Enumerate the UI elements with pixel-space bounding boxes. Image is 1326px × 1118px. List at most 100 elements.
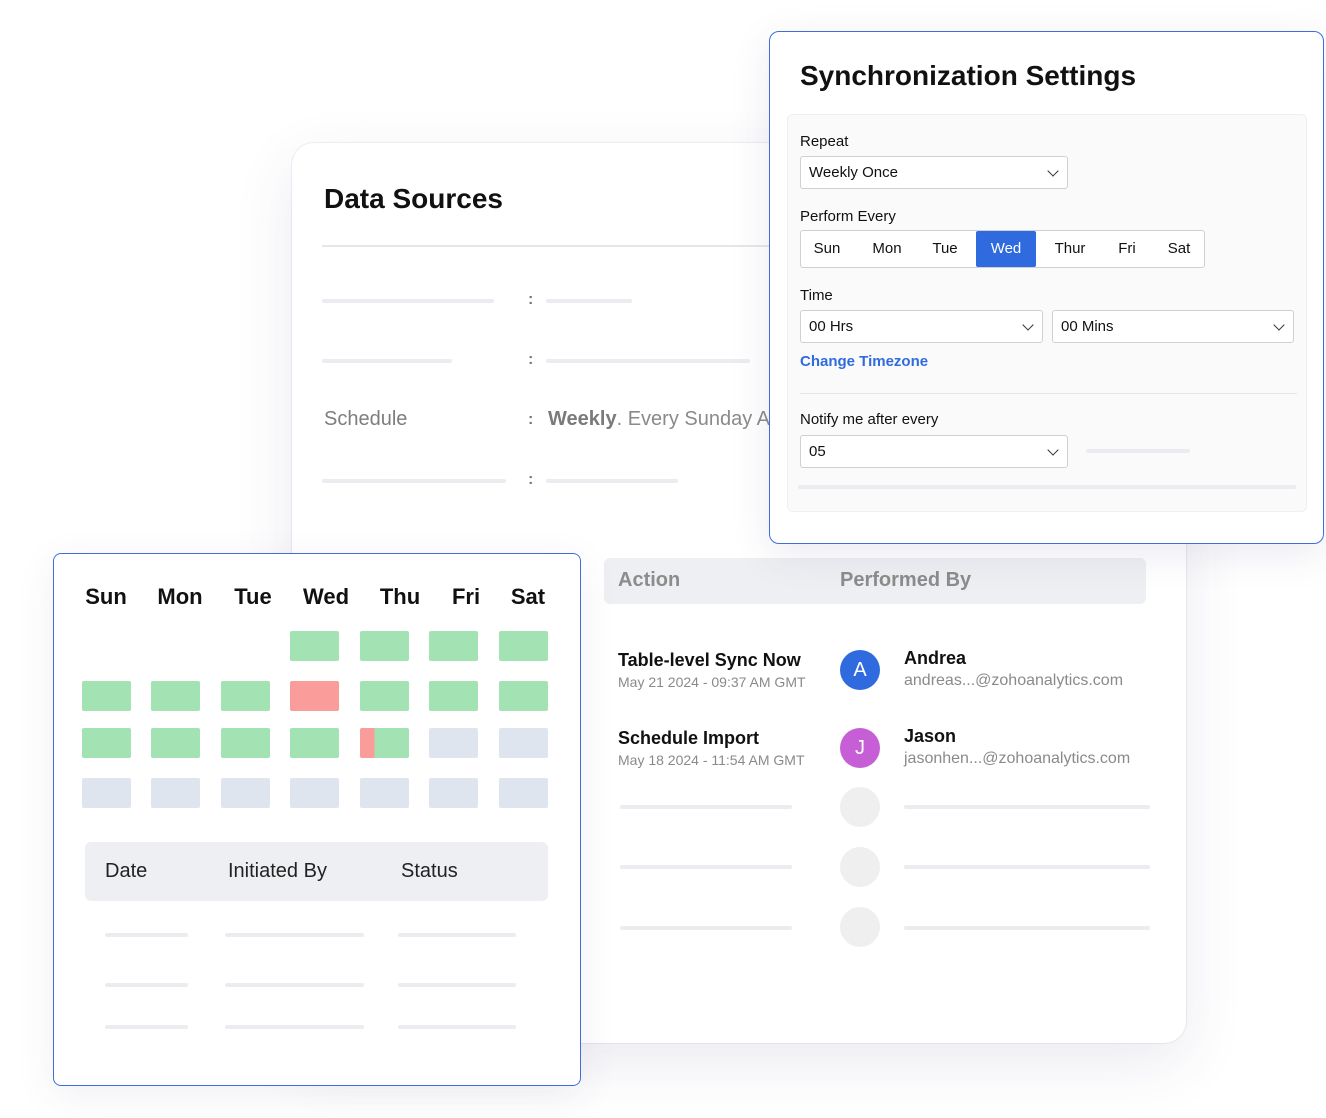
calendar-cell-success[interactable]	[499, 631, 548, 661]
calendar-cell-success[interactable]	[221, 728, 270, 758]
placeholder-user	[904, 805, 1150, 809]
field-colon: :	[528, 411, 534, 428]
minutes-select-value: 00 Mins	[1061, 318, 1114, 335]
calendar-cell-success[interactable]	[82, 728, 131, 758]
placeholder-initiator	[225, 983, 364, 987]
placeholder-date	[105, 933, 188, 937]
calendar-cell-success[interactable]	[360, 631, 409, 661]
calendar-cell-success[interactable]	[290, 631, 339, 661]
day-option-tue[interactable]: Tue	[919, 231, 971, 267]
placeholder-status	[398, 983, 516, 987]
calendar-cell-empty[interactable]	[221, 778, 270, 808]
calendar-cell-empty[interactable]	[429, 728, 478, 758]
placeholder-action	[620, 865, 792, 869]
day-option-sat[interactable]: Sat	[1153, 231, 1205, 267]
schedule-value-bold: Weekly	[548, 408, 617, 430]
sync-settings-card: Synchronization Settings Repeat Weekly O…	[769, 31, 1324, 544]
placeholder-value	[546, 479, 678, 483]
user-email: jasonhen...@zohoanalytics.com	[904, 750, 1131, 767]
calendar-cell-success[interactable]	[429, 681, 478, 711]
schedule-label: Schedule	[324, 408, 408, 430]
calendar-cell-empty[interactable]	[290, 778, 339, 808]
user-name: Jason	[904, 726, 957, 746]
user-name: Andrea	[904, 648, 967, 668]
perform-every-label: Perform Every	[800, 208, 896, 225]
calendar-cell-empty[interactable]	[151, 778, 200, 808]
sync-settings-form: Repeat Weekly Once Perform Every Sun Mon…	[787, 114, 1307, 512]
placeholder-bar	[798, 485, 1296, 489]
activity-action: Table-level Sync Now	[618, 650, 801, 670]
placeholder-value	[546, 299, 632, 303]
day-option-fri[interactable]: Fri	[1103, 231, 1151, 267]
calendar-cell-success[interactable]	[151, 681, 200, 711]
user-email: andreas...@zohoanalytics.com	[904, 672, 1124, 689]
calendar-cell-success[interactable]	[82, 681, 131, 711]
placeholder-status	[398, 933, 516, 937]
date-column-header: Date	[105, 860, 148, 882]
schedule-value-rest: . Every Sunday A	[616, 408, 770, 430]
status-column-header: Status	[401, 860, 458, 882]
placeholder-label	[322, 479, 506, 483]
calendar-cell-failed[interactable]	[290, 681, 339, 711]
activity-date: May 18 2024 - 11:54 AM GMT	[618, 752, 805, 768]
sync-settings-title: Synchronization Settings	[800, 60, 1137, 91]
calendar-day-header: Sun	[85, 584, 127, 609]
sync-calendar-card: Sun Mon Tue Wed Thu Fri Sat Date Initiat…	[53, 553, 581, 1086]
field-colon: :	[528, 471, 534, 488]
field-colon: :	[528, 351, 534, 368]
schedule-value: Weekly. Every Sunday A	[548, 408, 770, 431]
chevron-down-icon	[1022, 319, 1034, 331]
avatar-letter: A	[853, 658, 867, 681]
chevron-down-icon	[1047, 444, 1059, 456]
placeholder-value	[546, 359, 750, 363]
field-colon: :	[528, 291, 534, 308]
calendar-cell-empty[interactable]	[499, 728, 548, 758]
day-option-sun[interactable]: Sun	[801, 231, 853, 267]
data-sources-title: Data Sources	[324, 183, 503, 214]
calendar-day-header: Sat	[510, 584, 546, 609]
repeat-select-value: Weekly Once	[809, 164, 898, 181]
change-timezone-link[interactable]: Change Timezone	[800, 353, 928, 370]
calendar-cell-success[interactable]	[360, 681, 409, 711]
sync-log-header: Date Initiated By Status	[85, 842, 548, 901]
calendar-cell-success[interactable]	[221, 681, 270, 711]
calendar-cell-success[interactable]	[429, 631, 478, 661]
calendar-cell-empty[interactable]	[360, 778, 409, 808]
calendar-cell-partial[interactable]	[360, 728, 409, 758]
placeholder-status	[398, 1025, 516, 1029]
repeat-select[interactable]: Weekly Once	[800, 156, 1068, 189]
initiated-by-column-header: Initiated By	[228, 860, 327, 882]
calendar-cell-success[interactable]	[151, 728, 200, 758]
day-option-thur[interactable]: Thur	[1041, 231, 1099, 267]
avatar: J	[840, 728, 880, 768]
placeholder-date	[105, 1025, 188, 1029]
calendar-day-header: Thu	[379, 584, 421, 609]
hours-select[interactable]: 00 Hrs	[800, 310, 1043, 343]
calendar-cell-empty[interactable]	[499, 778, 548, 808]
day-option-mon[interactable]: Mon	[858, 231, 916, 267]
calendar-cell-empty[interactable]	[429, 778, 478, 808]
placeholder-initiator	[225, 933, 364, 937]
calendar-day-header: Tue	[234, 584, 272, 609]
day-selector: Sun Mon Tue Wed Thur Fri Sat	[800, 230, 1205, 268]
calendar-day-header: Mon	[157, 584, 203, 609]
chevron-down-icon	[1047, 165, 1059, 177]
avatar-placeholder	[840, 847, 880, 887]
notify-interval-select[interactable]: 05	[800, 435, 1068, 468]
placeholder-label	[322, 359, 452, 363]
calendar-cell-empty[interactable]	[82, 778, 131, 808]
chevron-down-icon	[1273, 319, 1285, 331]
hours-select-value: 00 Hrs	[809, 318, 854, 335]
calendar-cell-success[interactable]	[290, 728, 339, 758]
time-label: Time	[800, 287, 833, 304]
avatar-placeholder	[840, 907, 880, 947]
calendar-day-header: Fri	[451, 584, 481, 609]
notify-label: Notify me after every	[800, 411, 939, 428]
calendar-cell-success[interactable]	[499, 681, 548, 711]
activity-date: May 21 2024 - 09:37 AM GMT	[618, 674, 806, 690]
avatar-letter: J	[855, 736, 865, 759]
day-option-wed[interactable]: Wed	[976, 231, 1036, 267]
calendar-day-header: Wed	[302, 584, 350, 609]
repeat-label: Repeat	[800, 133, 849, 150]
minutes-select[interactable]: 00 Mins	[1052, 310, 1294, 343]
